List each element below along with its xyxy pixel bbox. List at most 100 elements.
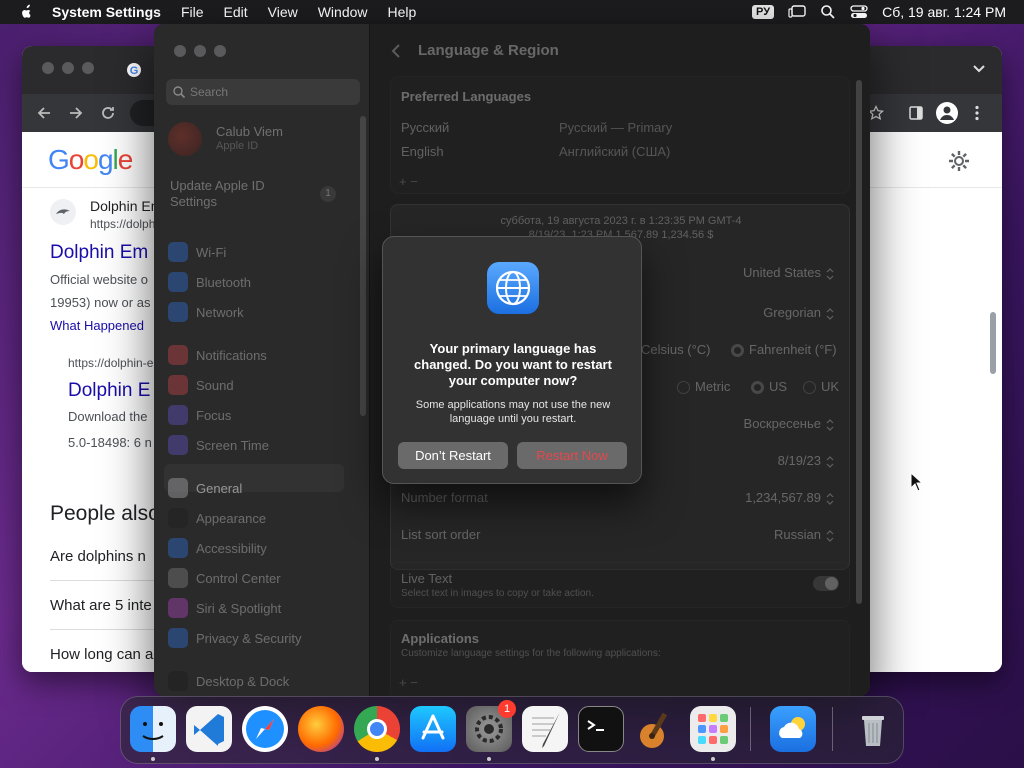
language-name[interactable]: Русский — [401, 120, 449, 135]
add-remove-app-buttons[interactable]: + − — [399, 675, 418, 690]
menu-view[interactable]: View — [268, 4, 298, 20]
sidebar-item-network[interactable]: Network — [168, 302, 244, 322]
sidebar-item-appearance[interactable]: Appearance — [168, 508, 266, 528]
menu-file[interactable]: File — [181, 4, 204, 20]
fahrenheit-radio[interactable] — [731, 344, 744, 357]
sidebar-item-general[interactable]: General — [168, 478, 242, 498]
updown-chevron-icon — [826, 268, 834, 542]
measurement-us-label: US — [769, 379, 788, 394]
restart-now-button[interactable]: Restart Now — [517, 442, 627, 469]
window-minimize-button[interactable] — [194, 45, 206, 57]
window-close-button[interactable] — [42, 62, 54, 74]
live-text-toggle[interactable] — [813, 576, 839, 591]
result-url[interactable]: https://dolph — [90, 217, 155, 231]
result-title-link[interactable]: Dolphin Em — [50, 242, 148, 264]
back-chevron-icon[interactable] — [390, 44, 402, 58]
language-name[interactable]: English — [401, 144, 444, 159]
google-favicon-icon[interactable]: G — [126, 62, 142, 78]
safari-icon[interactable] — [242, 706, 288, 752]
sidebar-item-accessibility[interactable]: Accessibility — [168, 538, 267, 558]
running-indicator — [487, 757, 491, 761]
appearance-icon — [168, 508, 188, 528]
window-zoom-button[interactable] — [214, 45, 226, 57]
apple-logo-icon[interactable] — [18, 4, 34, 20]
sidebar-item-desktop-dock[interactable]: Desktop & Dock — [168, 671, 289, 691]
number-format-label: Number format — [401, 490, 488, 505]
more-vertical-icon[interactable] — [974, 105, 980, 121]
us-radio[interactable] — [751, 381, 764, 394]
launchpad-icon[interactable] — [690, 706, 736, 752]
sidebar-item-label: Wi-Fi — [196, 244, 227, 260]
firefox-icon[interactable] — [298, 706, 344, 752]
sidebar-item-wi-fi[interactable]: Wi-Fi — [168, 242, 226, 262]
menu-window[interactable]: Window — [318, 4, 368, 20]
add-remove-language-buttons[interactable]: + − — [399, 174, 418, 189]
app-store-icon[interactable] — [410, 706, 456, 752]
apple-id-account[interactable]: Calub Viem Apple ID — [168, 120, 348, 160]
spotlight-search-icon[interactable] — [820, 4, 836, 20]
weather-icon[interactable] — [770, 706, 816, 752]
uk-radio[interactable] — [803, 381, 816, 394]
stage-manager-icon[interactable] — [788, 5, 806, 19]
language-desc: Английский (США) — [559, 144, 671, 159]
temperature-celsius-label[interactable]: Celsius (°C) — [641, 342, 710, 357]
page-scrollbar[interactable] — [990, 312, 996, 374]
search-input[interactable]: Search — [166, 79, 360, 105]
sidebar-item-focus[interactable]: Focus — [168, 405, 231, 425]
control-center-icon[interactable] — [850, 5, 868, 19]
chrome-center-icon — [367, 719, 387, 739]
terminal-icon[interactable] — [578, 706, 624, 752]
metric-radio[interactable] — [677, 381, 690, 394]
tab-search-chevron-icon[interactable] — [972, 64, 986, 74]
live-text-subtitle: Select text in images to copy or take ac… — [401, 588, 594, 599]
window-zoom-button[interactable] — [82, 62, 94, 74]
sitelink[interactable]: What Happened — [50, 318, 144, 333]
profile-avatar[interactable] — [936, 102, 958, 124]
sidebar-item-label: Siri & Spotlight — [196, 600, 282, 616]
back-arrow-icon[interactable] — [36, 105, 52, 121]
main-scrollbar[interactable] — [856, 80, 862, 604]
sidebar-item-siri-spotlight[interactable]: Siri & Spotlight — [168, 598, 281, 618]
textedit-icon[interactable] — [522, 706, 568, 752]
menu-help[interactable]: Help — [388, 4, 417, 20]
reload-icon[interactable] — [100, 105, 116, 121]
forward-arrow-icon[interactable] — [68, 105, 84, 121]
bookmark-star-icon[interactable] — [868, 105, 884, 121]
svg-text:G: G — [130, 65, 139, 77]
applications-title: Applications — [401, 631, 480, 646]
list-sort-order-value[interactable]: Russian — [591, 527, 821, 542]
input-source-indicator[interactable]: РУ — [752, 5, 775, 19]
chrome-icon[interactable] — [354, 706, 400, 752]
sidebar-item-sound[interactable]: Sound — [168, 375, 234, 395]
vscode-icon[interactable] — [186, 706, 232, 752]
result-url[interactable]: https://dolphin-e — [68, 356, 153, 370]
finder-face-icon — [142, 722, 164, 740]
sidebar-item-privacy-security[interactable]: Privacy & Security — [168, 628, 301, 648]
applications-panel: Applications Customize language settings… — [390, 620, 850, 696]
window-close-button[interactable] — [174, 45, 186, 57]
sidebar-scrollbar[interactable] — [360, 116, 366, 416]
number-format-value[interactable]: 1,234,567.89 — [591, 490, 821, 505]
menu-app-name[interactable]: System Settings — [52, 4, 161, 20]
window-minimize-button[interactable] — [62, 62, 74, 74]
question-item[interactable]: How long can a — [50, 646, 153, 663]
finder-icon[interactable] — [130, 706, 176, 752]
sidebar-item-control-center[interactable]: Control Center — [168, 568, 281, 588]
update-apple-id-label[interactable]: Update Apple ID Settings — [170, 178, 280, 210]
settings-gear-icon[interactable] — [948, 150, 970, 172]
menu-clock[interactable]: Сб, 19 авг. 1:24 PM — [882, 4, 1006, 20]
dont-restart-button[interactable]: Don’t Restart — [398, 442, 508, 469]
sidebar-item-notifications[interactable]: Notifications — [168, 345, 267, 365]
result-site-name[interactable]: Dolphin Em — [90, 198, 162, 214]
trash-icon[interactable] — [850, 706, 896, 752]
system-settings-dock-icon[interactable]: 1 — [466, 700, 516, 752]
garageband-icon[interactable] — [634, 706, 680, 752]
sidebar-item-bluetooth[interactable]: Bluetooth — [168, 272, 251, 292]
side-panel-icon[interactable] — [908, 105, 924, 121]
question-item[interactable]: Are dolphins n — [50, 548, 146, 565]
result-title-link[interactable]: Dolphin E — [68, 380, 150, 402]
menu-edit[interactable]: Edit — [224, 4, 248, 20]
question-item[interactable]: What are 5 inte — [50, 597, 152, 614]
google-logo[interactable]: Google — [48, 144, 133, 176]
sidebar-item-screen-time[interactable]: Screen Time — [168, 435, 269, 455]
